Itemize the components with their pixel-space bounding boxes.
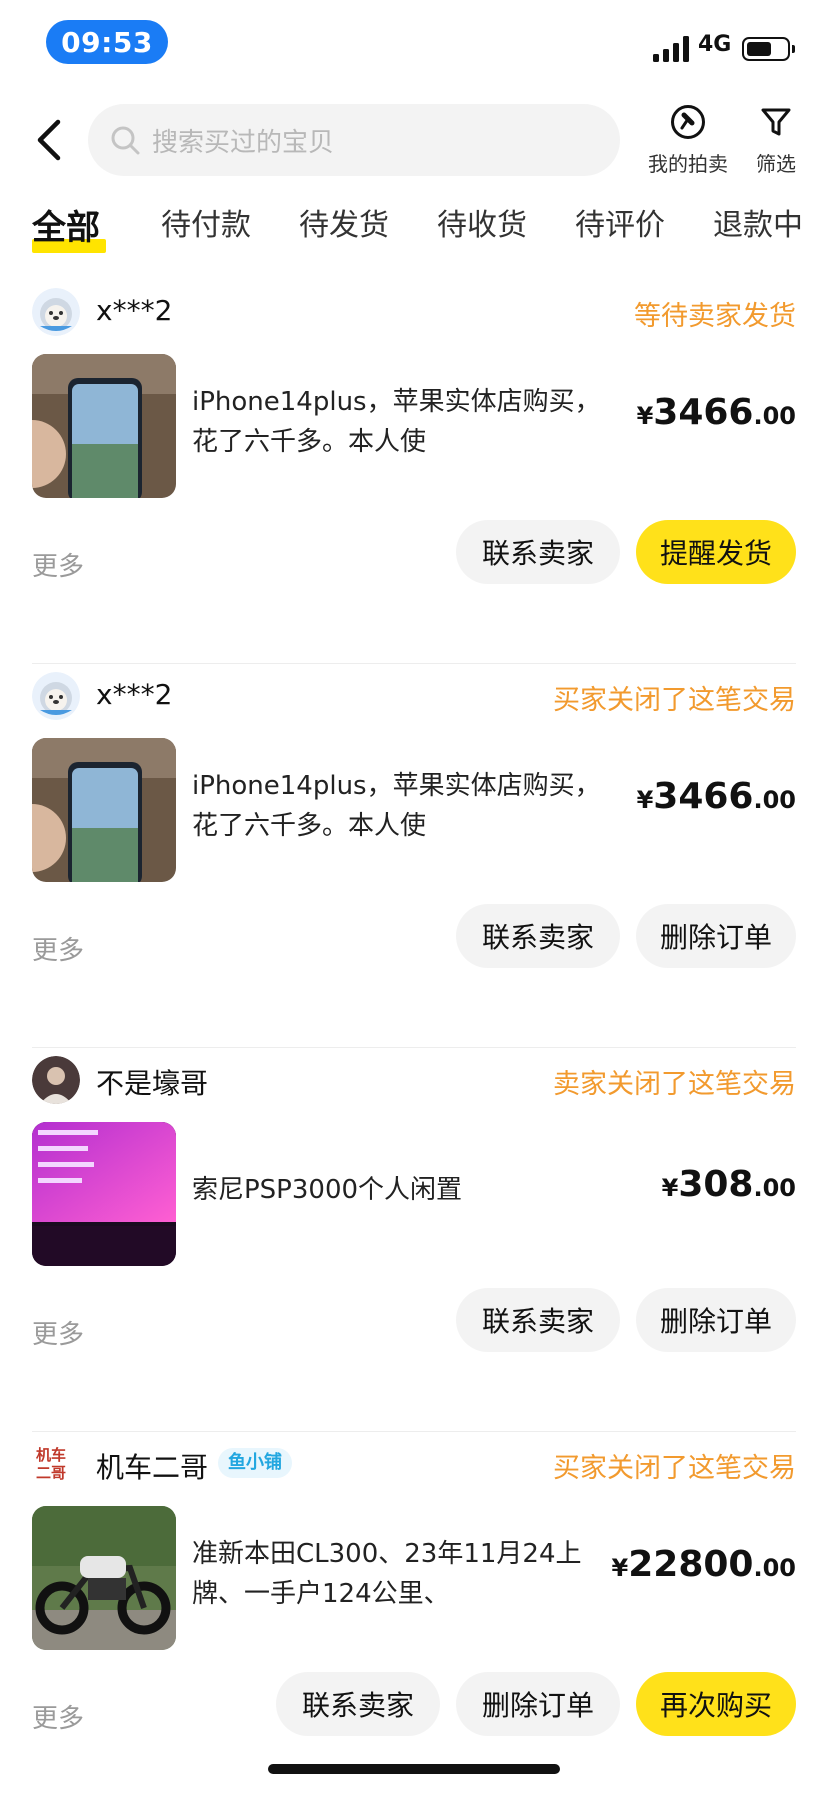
seller-name[interactable]: x***2 (96, 294, 172, 327)
contact-seller-button[interactable]: 联系卖家 (276, 1672, 440, 1736)
status-time: 09:53 (46, 20, 168, 64)
more-link[interactable]: 更多 (32, 1314, 84, 1351)
delete-order-button[interactable]: 删除订单 (636, 904, 796, 968)
more-link[interactable]: 更多 (32, 1698, 84, 1735)
search-icon (111, 126, 140, 155)
product-thumbnail[interactable] (32, 738, 176, 882)
product-title[interactable]: 准新本田CL300、23年11月24上牌、一手户124公里、 (192, 1534, 612, 1614)
order-card[interactable]: x***2 等待卖家发货 iPhone14plus，苹果实体店购买，花了六千多。… (0, 280, 828, 664)
filter-icon (761, 108, 791, 136)
search-input[interactable]: 搜索买过的宝贝 (88, 104, 620, 176)
contact-seller-button[interactable]: 联系卖家 (456, 520, 620, 584)
tab-pending-shipment[interactable]: 待发货 (299, 200, 389, 244)
price: ¥22800.00 (611, 1544, 796, 1585)
delete-order-button[interactable]: 删除订单 (636, 1288, 796, 1352)
tab-pending-receipt[interactable]: 待收货 (437, 200, 527, 244)
remind-shipment-button[interactable]: 提醒发货 (636, 520, 796, 584)
price: ¥3466.00 (636, 776, 796, 817)
more-link[interactable]: 更多 (32, 930, 84, 967)
seller-avatar[interactable] (32, 1056, 80, 1104)
network-type: 4G (698, 32, 732, 57)
more-link[interactable]: 更多 (32, 546, 84, 583)
tab-pending-review[interactable]: 待评价 (575, 200, 665, 244)
filter-label: 筛选 (756, 152, 796, 176)
home-indicator[interactable] (268, 1764, 560, 1774)
filter-button[interactable]: 筛选 (746, 104, 806, 177)
buy-again-button[interactable]: 再次购买 (636, 1672, 796, 1736)
shop-tag-badge: 鱼小铺 (218, 1448, 292, 1478)
tab-refunding[interactable]: 退款中 (713, 200, 803, 244)
order-status: 等待卖家发货 (634, 301, 796, 332)
battery-icon (742, 37, 795, 61)
order-card[interactable]: 不是壕哥 卖家关闭了这笔交易 索尼PSP3000个人闲置 ¥308.00 更多 … (0, 1048, 828, 1432)
auction-label: 我的拍卖 (648, 152, 728, 176)
back-arrow-icon[interactable] (30, 116, 70, 164)
signal-icon (653, 36, 689, 62)
delete-order-button[interactable]: 删除订单 (456, 1672, 620, 1736)
product-title[interactable]: 索尼PSP3000个人闲置 (192, 1170, 612, 1210)
seller-name[interactable]: 机车二哥 (96, 1446, 208, 1486)
search-placeholder: 搜索买过的宝贝 (152, 127, 335, 158)
auction-icon (671, 105, 705, 139)
product-title[interactable]: iPhone14plus，苹果实体店购买，花了六千多。本人使 (192, 382, 612, 462)
contact-seller-button[interactable]: 联系卖家 (456, 1288, 620, 1352)
tab-all[interactable]: 全部 (32, 200, 106, 253)
seller-name[interactable]: 不是壕哥 (96, 1062, 208, 1102)
seller-avatar[interactable]: 机车二哥 (36, 1440, 76, 1488)
order-status: 卖家关闭了这笔交易 (553, 1069, 796, 1100)
seller-avatar[interactable] (32, 288, 80, 336)
product-thumbnail[interactable] (32, 1122, 176, 1266)
price: ¥308.00 (661, 1164, 796, 1205)
order-card[interactable]: x***2 买家关闭了这笔交易 iPhone14plus，苹果实体店购买，花了六… (0, 664, 828, 1048)
order-status: 买家关闭了这笔交易 (553, 1453, 796, 1484)
product-thumbnail[interactable] (32, 1506, 176, 1650)
price: ¥3466.00 (636, 392, 796, 433)
order-status: 买家关闭了这笔交易 (553, 685, 796, 716)
order-card[interactable]: 机车二哥 机车二哥 鱼小铺 买家关闭了这笔交易 准新本田CL300、23年11月… (0, 1432, 828, 1816)
contact-seller-button[interactable]: 联系卖家 (456, 904, 620, 968)
seller-name[interactable]: x***2 (96, 678, 172, 711)
my-auction-button[interactable]: 我的拍卖 (640, 104, 736, 177)
tab-pending-payment[interactable]: 待付款 (161, 200, 251, 244)
product-thumbnail[interactable] (32, 354, 176, 498)
seller-avatar[interactable] (32, 672, 80, 720)
product-title[interactable]: iPhone14plus，苹果实体店购买，花了六千多。本人使 (192, 766, 612, 846)
